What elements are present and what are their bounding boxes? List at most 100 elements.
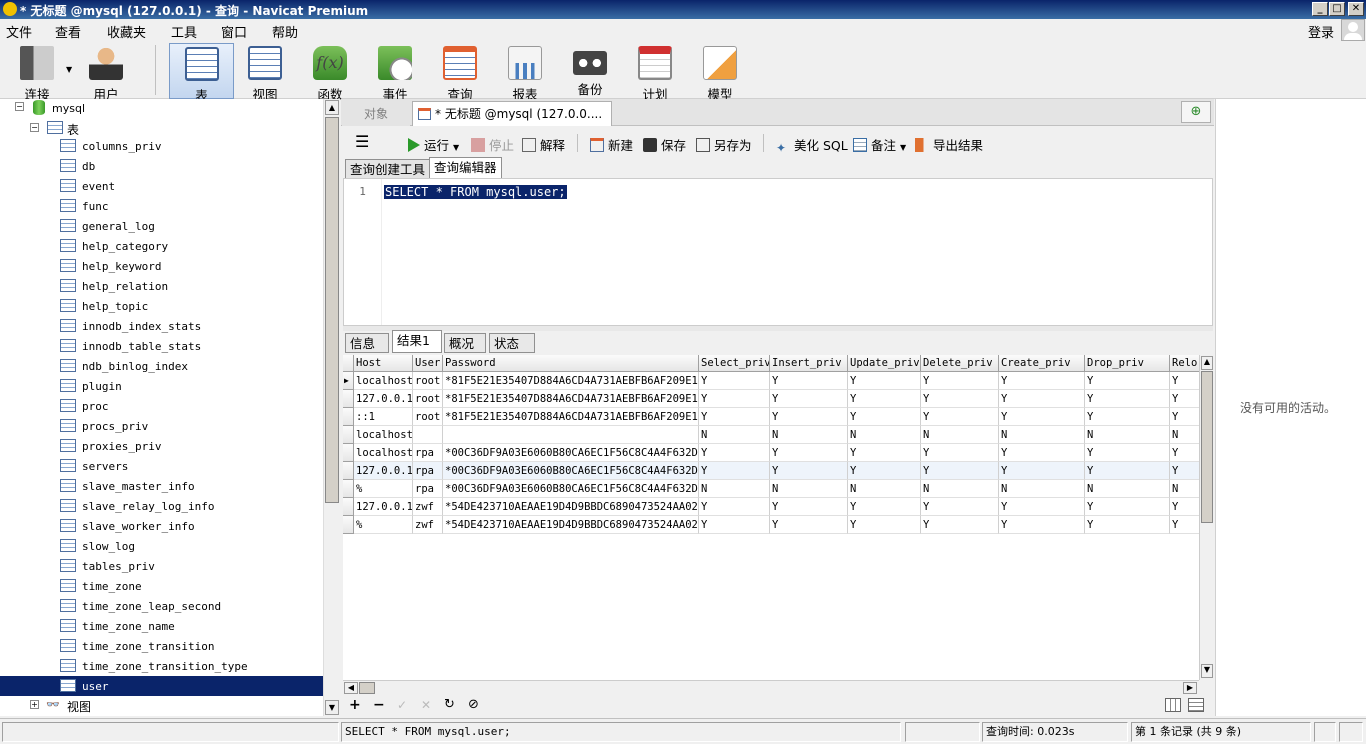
login-link[interactable]: 登录 <box>1308 22 1334 41</box>
grid-cell[interactable]: root <box>413 408 443 426</box>
avatar[interactable] <box>1341 19 1365 41</box>
column-header-create_priv[interactable]: Create_priv <box>999 355 1085 372</box>
grid-cell[interactable]: Y <box>1170 408 1199 426</box>
tree-table-func[interactable]: func <box>0 196 323 216</box>
toolbar-event-button[interactable]: 事件 <box>366 43 424 102</box>
grid-cell[interactable]: 127.0.0.1 <box>354 390 413 408</box>
toolbar-query-button[interactable]: 查询 <box>431 43 489 102</box>
grid-cell[interactable]: *81F5E21E35407D884A6CD4A731AEBFB6AF209E1… <box>443 408 699 426</box>
grid-cell[interactable]: Y <box>848 498 921 516</box>
grid-cell[interactable]: Y <box>1170 390 1199 408</box>
tree-table-time_zone_transition_type[interactable]: time_zone_transition_type <box>0 656 323 676</box>
tree-table-time_zone[interactable]: time_zone <box>0 576 323 596</box>
grid-cell[interactable]: Y <box>848 516 921 534</box>
discard-icon[interactable]: ✕ <box>421 698 431 712</box>
toolbar-model-button[interactable]: 模型 <box>691 43 749 102</box>
menu-hamburger-icon[interactable]: ☰ <box>355 132 369 151</box>
grid-cell[interactable]: Y <box>770 516 848 534</box>
grid-cell[interactable]: 127.0.0.1 <box>354 462 413 480</box>
grid-cell[interactable]: N <box>999 426 1085 444</box>
grid-cell[interactable]: N <box>921 480 999 498</box>
grid-cell[interactable]: ::1 <box>354 408 413 426</box>
grid-cell[interactable]: localhost <box>354 444 413 462</box>
menu-favorites[interactable]: 收藏夹 <box>107 22 146 41</box>
toolbar-function-button[interactable]: f(x) 函数 <box>301 43 359 102</box>
grid-cell[interactable]: localhost <box>354 426 413 444</box>
connect-dropdown-icon[interactable]: ▼ <box>66 65 72 74</box>
tab-objects[interactable]: 对象 <box>342 101 410 126</box>
grid-cell[interactable]: Y <box>921 462 999 480</box>
grid-cell[interactable]: Y <box>921 372 999 390</box>
tree-table-help_keyword[interactable]: help_keyword <box>0 256 323 276</box>
toolbar-connect-button[interactable]: 连接 <box>8 43 66 102</box>
add-record-icon[interactable]: + <box>349 697 361 713</box>
menu-help[interactable]: 帮助 <box>272 22 298 41</box>
grid-cell[interactable]: N <box>1085 480 1170 498</box>
grid-cell[interactable]: Y <box>1170 372 1199 390</box>
toolbar-user-button[interactable]: 用户 <box>77 43 135 102</box>
grid-cell[interactable] <box>443 426 699 444</box>
add-tab-icon[interactable]: ⊕ <box>1181 101 1211 123</box>
toolbar-backup-button[interactable]: 备份 <box>561 43 619 99</box>
grid-hscrollbar[interactable]: ◀ ▶ <box>343 680 1199 695</box>
grid-cell[interactable]: Y <box>699 444 770 462</box>
grid-cell[interactable]: N <box>999 480 1085 498</box>
grid-cell[interactable]: Y <box>999 444 1085 462</box>
grid-cell[interactable]: Y <box>770 390 848 408</box>
tree-table-time_zone_transition[interactable]: time_zone_transition <box>0 636 323 656</box>
grid-cell[interactable]: Y <box>999 516 1085 534</box>
grid-cell[interactable]: Y <box>999 462 1085 480</box>
grid-cell[interactable]: % <box>354 480 413 498</box>
grid-cell[interactable]: N <box>921 426 999 444</box>
tree-table-time_zone_leap_second[interactable]: time_zone_leap_second <box>0 596 323 616</box>
row-header[interactable] <box>343 390 354 408</box>
column-header-delete_priv[interactable]: Delete_priv <box>921 355 999 372</box>
tab-profile[interactable]: 概况 <box>444 333 486 353</box>
grid-cell[interactable]: Y <box>699 372 770 390</box>
tree-group-views[interactable]: + 👓 视图 <box>0 696 323 716</box>
column-header-update_priv[interactable]: Update_priv <box>848 355 921 372</box>
refresh-icon[interactable]: ↻ <box>444 697 455 712</box>
row-header[interactable] <box>343 516 354 534</box>
grid-cell[interactable]: *00C36DF9A03E6060B80CA6EC1F56C8C4A4F632D… <box>443 462 699 480</box>
tree-table-innodb_table_stats[interactable]: innodb_table_stats <box>0 336 323 356</box>
grid-cell[interactable]: Y <box>921 408 999 426</box>
grid-cell[interactable]: Y <box>1085 516 1170 534</box>
tree-table-proc[interactable]: proc <box>0 396 323 416</box>
run-button[interactable]: 运行 ▼ <box>408 135 459 154</box>
grid-cell[interactable]: Y <box>1170 498 1199 516</box>
grid-cell[interactable]: Y <box>770 462 848 480</box>
grid-scroll-thumb[interactable] <box>1201 371 1213 523</box>
note-button[interactable]: 备注 ▼ <box>853 135 906 154</box>
grid-cell[interactable]: Y <box>770 408 848 426</box>
row-header[interactable] <box>343 408 354 426</box>
tree-table-tables_priv[interactable]: tables_priv <box>0 556 323 576</box>
status-icon-1[interactable] <box>1314 722 1336 742</box>
tree-table-db[interactable]: db <box>0 156 323 176</box>
grid-cell[interactable]: N <box>848 480 921 498</box>
tab-query[interactable]: * 无标题 @mysql (127.0.0.... <box>412 101 612 126</box>
tree-table-slow_log[interactable]: slow_log <box>0 536 323 556</box>
tree-table-time_zone_name[interactable]: time_zone_name <box>0 616 323 636</box>
tree-table-proxies_priv[interactable]: proxies_priv <box>0 436 323 456</box>
grid-cell[interactable]: Y <box>1085 372 1170 390</box>
grid-cell[interactable]: Y <box>1170 444 1199 462</box>
tree-table-slave_worker_info[interactable]: slave_worker_info <box>0 516 323 536</box>
grid-cell[interactable]: Y <box>699 516 770 534</box>
grid-cell[interactable]: zwf <box>413 516 443 534</box>
tree-table-innodb_index_stats[interactable]: innodb_index_stats <box>0 316 323 336</box>
save-as-button[interactable]: 另存为 <box>696 135 752 154</box>
splitter[interactable] <box>343 326 1213 331</box>
grid-cell[interactable]: N <box>770 480 848 498</box>
grid-vscrollbar[interactable]: ▲ ▼ <box>1199 355 1214 680</box>
column-header-password[interactable]: Password <box>443 355 699 372</box>
grid-cell[interactable]: N <box>1170 426 1199 444</box>
grid-cell[interactable]: Y <box>1085 444 1170 462</box>
grid-view-icon[interactable] <box>1165 698 1181 712</box>
grid-cell[interactable]: zwf <box>413 498 443 516</box>
grid-cell[interactable]: Y <box>699 390 770 408</box>
column-header-host[interactable]: Host <box>354 355 413 372</box>
toolbar-report-button[interactable]: 报表 <box>496 43 554 102</box>
tree-table-slave_master_info[interactable]: slave_master_info <box>0 476 323 496</box>
grid-cell[interactable]: Y <box>921 516 999 534</box>
